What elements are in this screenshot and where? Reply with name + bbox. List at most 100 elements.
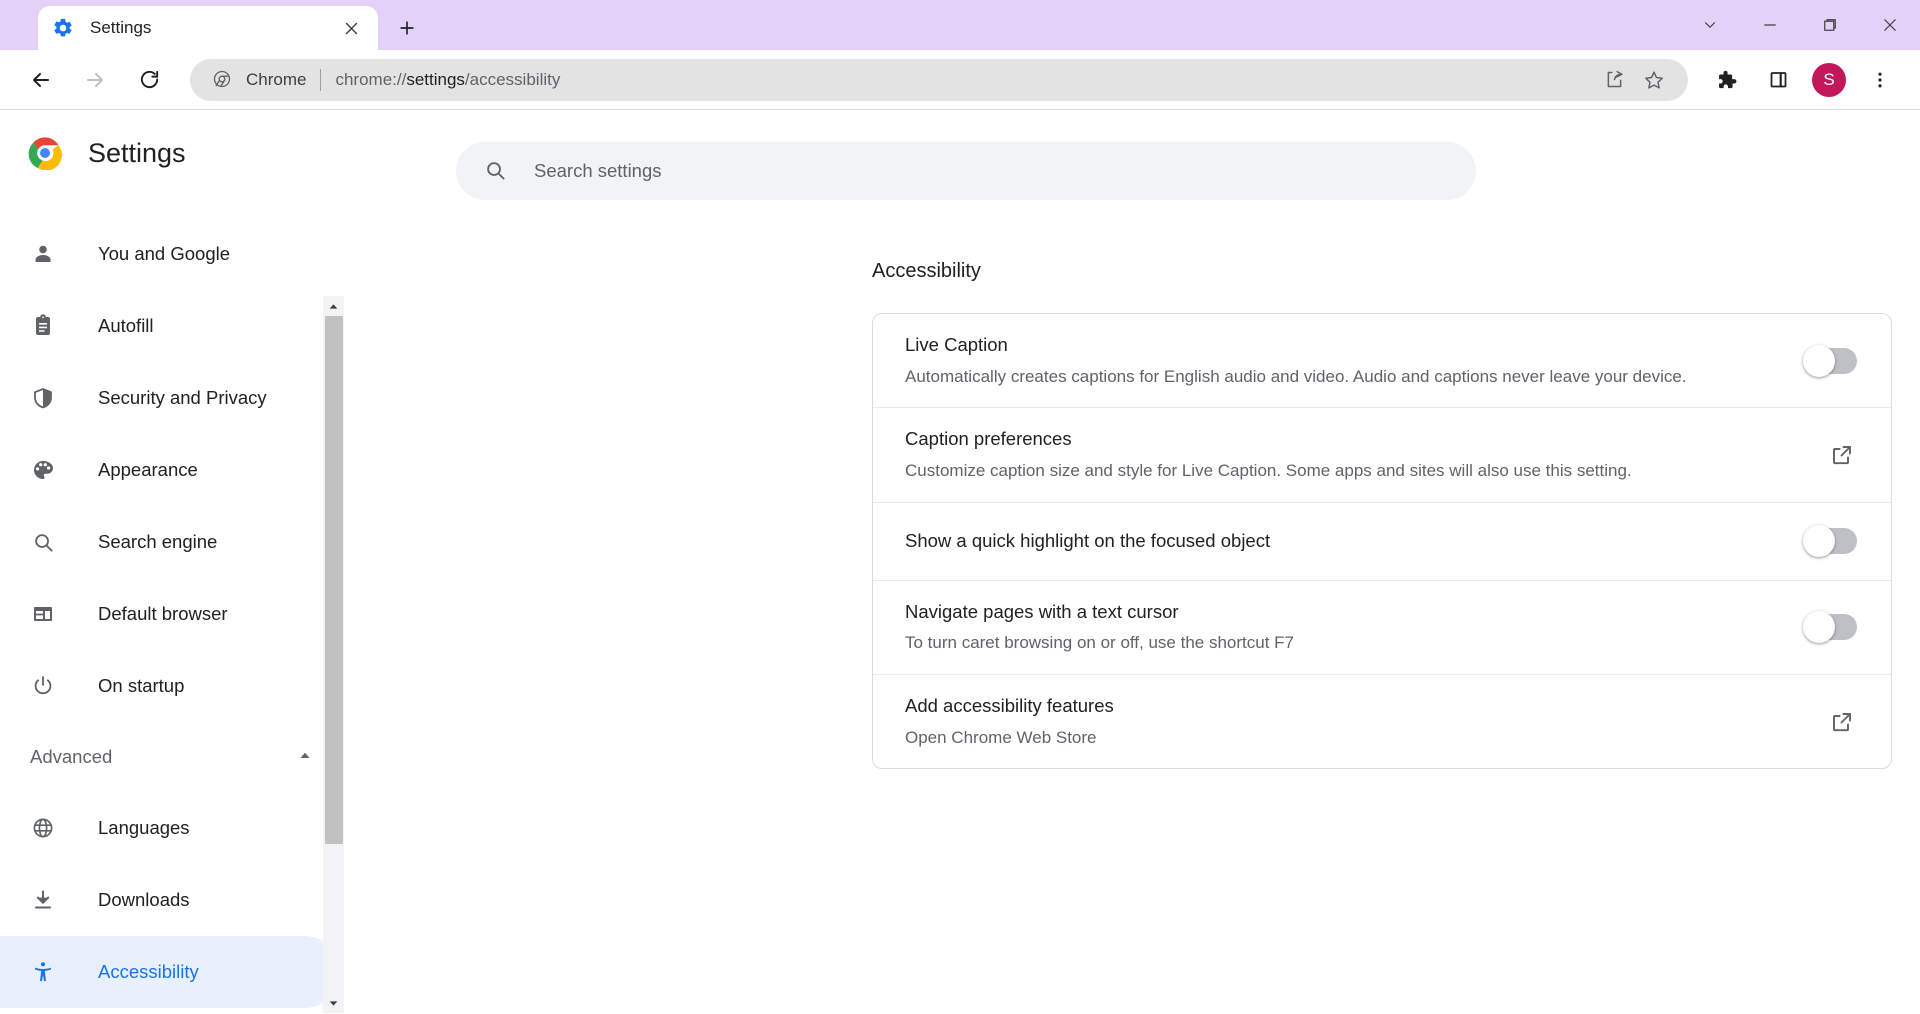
row-control: [1787, 707, 1857, 737]
sidebar-item-label: Security and Privacy: [98, 387, 267, 408]
setting-row-live-caption[interactable]: Live Caption Automatically creates capti…: [873, 314, 1891, 409]
row-title: Show a quick highlight on the focused ob…: [905, 529, 1271, 551]
window-controls: [1680, 0, 1920, 50]
chevron-down-icon[interactable]: [1680, 0, 1740, 50]
row-title: Navigate pages with a text cursor: [905, 600, 1179, 622]
toggle-knob: [1803, 611, 1835, 644]
row-subtitle: Open Chrome Web Store: [905, 727, 1097, 747]
sidebar-item-languages[interactable]: Languages: [0, 792, 340, 864]
accessibility-settings-card: Live Caption Automatically creates capti…: [872, 313, 1892, 770]
row-control: [1787, 440, 1857, 470]
clipboard-icon: [30, 313, 56, 339]
globe-icon: [30, 815, 56, 841]
sidebar-item-label: Default browser: [98, 603, 228, 624]
settings-brand: Settings: [0, 110, 356, 196]
sidebar-item-search-engine[interactable]: Search engine: [0, 506, 340, 578]
omnibox-url: chrome://settings/accessibility: [335, 69, 561, 89]
sidebar-group-label: Advanced: [30, 746, 113, 767]
scrollbar-thumb[interactable]: [325, 316, 343, 845]
row-control: [1787, 525, 1857, 558]
row-text: Navigate pages with a text cursor To tur…: [905, 599, 1787, 656]
side-panel-icon[interactable]: [1758, 60, 1798, 100]
search-bar-container: [356, 110, 1920, 200]
power-icon: [30, 673, 56, 699]
sidebar-item-security-and-privacy[interactable]: Security and Privacy: [0, 362, 340, 434]
setting-row-add-accessibility-features[interactable]: Add accessibility features Open Chrome W…: [873, 675, 1891, 768]
row-text: Caption preferences Customize caption si…: [905, 426, 1787, 483]
browser-window-icon: [30, 601, 56, 627]
omnibox-separator: [320, 68, 322, 91]
chrome-logo-icon: [28, 136, 62, 171]
sidebar-item-on-startup[interactable]: On startup: [0, 650, 340, 722]
reload-icon[interactable]: [127, 58, 171, 102]
scroll-down-arrow[interactable]: [323, 993, 344, 1013]
setting-row-caption-preferences[interactable]: Caption preferences Customize caption si…: [873, 408, 1891, 503]
sidebar-item-label: Search engine: [98, 531, 218, 552]
sidebar-item-default-browser[interactable]: Default browser: [0, 578, 340, 650]
download-icon: [30, 887, 56, 913]
new-tab-button[interactable]: [388, 9, 426, 47]
sidebar-item-downloads[interactable]: Downloads: [0, 864, 340, 936]
search-icon: [484, 159, 508, 183]
toggle-knob: [1803, 344, 1835, 377]
caret-browsing-toggle[interactable]: [1803, 611, 1857, 644]
sidebar-item-autofill[interactable]: Autofill: [0, 290, 340, 362]
accessibility-icon: [30, 959, 56, 985]
sidebar-item-you-and-google[interactable]: You and Google: [0, 218, 340, 290]
sidebar-item-accessibility[interactable]: Accessibility: [0, 936, 340, 1008]
row-control: [1787, 611, 1857, 644]
scroll-up-arrow[interactable]: [323, 296, 344, 316]
row-title: Live Caption: [905, 334, 1008, 355]
sidebar-item-label: Languages: [98, 817, 190, 838]
star-icon[interactable]: [1636, 62, 1672, 98]
minimize-icon[interactable]: [1740, 0, 1800, 50]
sidebar-scrollbar[interactable]: [323, 296, 344, 1013]
browser-tab-settings[interactable]: Settings: [38, 6, 378, 50]
sidebar-item-label: Appearance: [98, 459, 198, 480]
tab-title: Settings: [90, 18, 152, 37]
row-text: Add accessibility features Open Chrome W…: [905, 693, 1787, 750]
sidebar-item-label: You and Google: [98, 243, 231, 264]
setting-row-focus-highlight[interactable]: Show a quick highlight on the focused ob…: [873, 503, 1891, 581]
scrollbar-track[interactable]: [323, 316, 344, 993]
share-icon[interactable]: [1596, 62, 1632, 98]
address-bar[interactable]: Chrome chrome://settings/accessibility: [190, 58, 1688, 101]
sidebar-group-advanced[interactable]: Advanced: [0, 722, 356, 792]
row-subtitle: Automatically creates captions for Engli…: [905, 366, 1687, 386]
browser-toolbar: Chrome chrome://settings/accessibility S: [0, 50, 1920, 110]
tab-strip: Settings: [0, 0, 1920, 50]
row-text: Show a quick highlight on the focused ob…: [905, 528, 1787, 555]
chevron-up-icon[interactable]: [296, 746, 314, 769]
external-link-icon[interactable]: [1827, 707, 1857, 737]
search-icon: [30, 529, 56, 555]
three-dot-menu-icon[interactable]: [1860, 60, 1900, 100]
toolbar-actions: S: [1700, 60, 1906, 100]
close-icon[interactable]: [338, 15, 364, 41]
settings-gear-icon: [52, 17, 74, 39]
sidebar-item-label: Autofill: [98, 315, 154, 336]
settings-main: Accessibility Live Caption Automatically…: [356, 110, 1920, 1013]
external-link-icon[interactable]: [1827, 440, 1857, 470]
sidebar-item-appearance[interactable]: Appearance: [0, 434, 340, 506]
toggle-knob: [1803, 525, 1835, 558]
focus-highlight-toggle[interactable]: [1803, 525, 1857, 558]
avatar[interactable]: S: [1812, 62, 1846, 97]
forward-arrow-icon: [73, 58, 117, 102]
puzzle-piece-icon[interactable]: [1706, 60, 1746, 100]
search-input[interactable]: [534, 160, 1448, 182]
chrome-icon: [212, 69, 234, 91]
maximize-icon[interactable]: [1800, 0, 1860, 50]
sidebar-item-label: On startup: [98, 675, 185, 696]
person-icon: [30, 241, 56, 267]
sidebar-item-label: Accessibility: [98, 961, 199, 982]
live-caption-toggle[interactable]: [1803, 344, 1857, 377]
row-title: Caption preferences: [905, 428, 1072, 450]
window-close-icon[interactable]: [1860, 0, 1920, 50]
row-title: Add accessibility features: [905, 694, 1114, 716]
setting-row-caret-browsing[interactable]: Navigate pages with a text cursor To tur…: [873, 581, 1891, 675]
back-arrow-icon[interactable]: [19, 58, 63, 102]
settings-sidebar: Settings You and Google Autofill Securit…: [0, 110, 356, 1013]
search-settings-box[interactable]: [456, 142, 1476, 200]
row-control: [1787, 344, 1857, 377]
shield-icon: [30, 385, 56, 411]
